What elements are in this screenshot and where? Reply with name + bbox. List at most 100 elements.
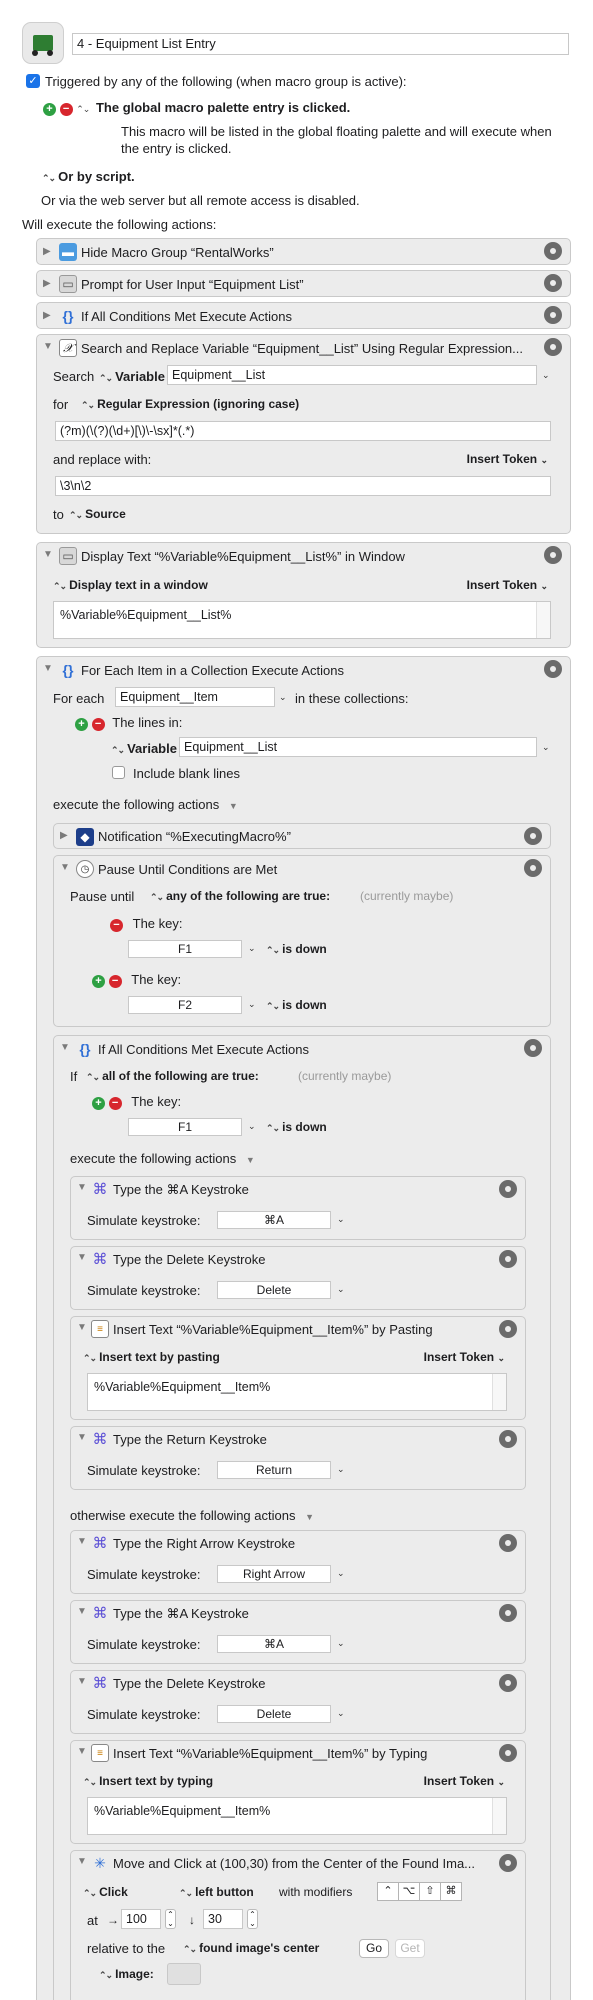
scrollbar[interactable] — [536, 602, 550, 638]
chevron-down-icon[interactable]: ⌄ — [248, 999, 256, 1010]
add-condition-icon[interactable]: + — [92, 975, 105, 988]
trigger-checkbox[interactable]: ✓ — [26, 74, 40, 88]
disclosure-icon[interactable]: ▶ — [43, 246, 51, 257]
disclosure-icon[interactable]: ▼ — [77, 1322, 87, 1333]
insert-token-menu[interactable]: Insert Token ⌄ — [424, 1774, 505, 1788]
macro-name-field[interactable]: 4 - Equipment List Entry — [72, 33, 569, 55]
option-modifier-button[interactable]: ⌥ — [398, 1882, 420, 1901]
disclosure-icon[interactable]: ▼ — [60, 862, 70, 873]
disclosure-icon[interactable]: ▼ — [77, 1182, 87, 1193]
remove-collection-icon[interactable]: − — [91, 718, 105, 731]
disclosure-icon[interactable]: ▼ — [43, 663, 53, 674]
chevron-down-icon[interactable]: ⌄ — [542, 742, 550, 753]
keystroke-field[interactable]: Return — [217, 1461, 331, 1479]
chevron-down-icon[interactable]: ⌄ — [279, 692, 287, 703]
collection-variable-field[interactable]: Equipment__List — [179, 737, 537, 757]
gear-icon[interactable] — [544, 338, 562, 356]
gear-icon[interactable] — [499, 1250, 517, 1268]
disclosure-icon[interactable]: ▼ — [43, 549, 53, 560]
disclosure-icon[interactable]: ▼ — [77, 1252, 87, 1263]
mouse-button-popup[interactable]: ⌃⌄ left button — [179, 1885, 254, 1899]
disclosure-icon[interactable]: ▼ — [77, 1432, 87, 1443]
keystroke-field[interactable]: ⌘A — [217, 1211, 331, 1229]
gear-icon[interactable] — [499, 1320, 517, 1338]
variable-name-field[interactable]: Equipment__List — [167, 365, 537, 385]
remove-trigger-icon[interactable]: − — [59, 103, 73, 116]
gear-icon[interactable] — [544, 546, 562, 564]
disclosure-icon[interactable]: ▶ — [43, 310, 51, 321]
chevron-down-icon[interactable]: ⌄ — [337, 1708, 345, 1719]
keystroke-field[interactable]: ⌘A — [217, 1635, 331, 1653]
relative-to-popup[interactable]: ⌃⌄ found image's center — [183, 1941, 319, 1955]
get-button[interactable]: Get — [395, 1939, 425, 1958]
image-well[interactable] — [167, 1963, 201, 1985]
shift-modifier-button[interactable]: ⇧ — [419, 1882, 441, 1901]
remove-condition-icon[interactable]: − — [108, 975, 122, 988]
action-prompt-user-input[interactable]: ▶ ▭ Prompt for User Input “Equipment Lis… — [36, 270, 571, 297]
gear-icon[interactable] — [524, 827, 542, 845]
regex-type-popup[interactable]: ⌃⌄ Regular Expression (ignoring case) — [81, 397, 299, 411]
condition-mode-popup[interactable]: ⌃⌄ all of the following are true: — [86, 1069, 259, 1083]
disclosure-icon[interactable]: ▼ — [77, 1856, 87, 1867]
gear-icon[interactable] — [499, 1604, 517, 1622]
chevron-down-icon[interactable]: ⌄ — [337, 1568, 345, 1579]
insert-token-menu[interactable]: Insert Token ⌄ — [467, 452, 548, 466]
chevron-down-icon[interactable]: ⌄ — [337, 1284, 345, 1295]
variable-type-popup[interactable]: ⌃⌄ Variable — [99, 369, 165, 384]
x-offset-stepper[interactable]: ⌃ ⌄ — [165, 1909, 176, 1929]
insert-token-menu[interactable]: Insert Token ⌄ — [467, 578, 548, 592]
y-offset-stepper[interactable]: ⌃ ⌄ — [247, 1909, 258, 1929]
disclosure-icon[interactable]: ▼ — [60, 1042, 70, 1053]
chevron-down-icon[interactable]: ⌄ — [248, 943, 256, 954]
or-by-script-row[interactable]: ⌃⌄ Or by script. — [42, 169, 135, 184]
chevron-down-icon[interactable]: ⌄ — [248, 1121, 256, 1132]
key-state-popup[interactable]: ⌃⌄ is down — [266, 1120, 327, 1134]
display-mode-popup[interactable]: ⌃⌄ Display text in a window — [53, 578, 208, 592]
action-hide-macro-group[interactable]: ▶ ▬ Hide Macro Group “RentalWorks” — [36, 238, 571, 265]
chevron-down-icon[interactable]: ⌄ — [337, 1638, 345, 1649]
gear-icon[interactable] — [499, 1744, 517, 1762]
disclosure-icon[interactable]: ▼ — [77, 1536, 87, 1547]
chevron-down-icon[interactable]: ⌄ — [337, 1214, 345, 1225]
triangle-down-icon[interactable]: ▼ — [246, 1155, 255, 1165]
key-state-popup[interactable]: ⌃⌄ is down — [266, 942, 327, 956]
gear-icon[interactable] — [499, 1674, 517, 1692]
disclosure-icon[interactable]: ▼ — [77, 1606, 87, 1617]
gear-icon[interactable] — [499, 1430, 517, 1448]
action-if-all-conditions[interactable]: ▶ {} If All Conditions Met Execute Actio… — [36, 302, 571, 329]
insert-token-menu[interactable]: Insert Token ⌄ — [424, 1350, 505, 1364]
chevron-down-icon[interactable]: ⌄ — [337, 1464, 345, 1475]
add-trigger-icon[interactable]: + — [43, 103, 56, 116]
disclosure-icon[interactable]: ▼ — [77, 1676, 87, 1687]
gear-icon[interactable] — [499, 1180, 517, 1198]
key-field[interactable]: F1 — [128, 1118, 242, 1136]
control-modifier-button[interactable]: ⌃ — [377, 1882, 399, 1901]
add-collection-icon[interactable]: + — [75, 718, 88, 731]
gear-icon[interactable] — [524, 1039, 542, 1057]
scrollbar[interactable] — [492, 1798, 506, 1834]
gear-icon[interactable] — [544, 242, 562, 260]
gear-icon[interactable] — [544, 660, 562, 678]
variable-type-popup[interactable]: ⌃⌄ Variable — [111, 741, 177, 756]
keystroke-field[interactable]: Delete — [217, 1281, 331, 1299]
action-notification[interactable]: ▶ ◆ Notification “%ExecutingMacro%” — [53, 823, 551, 849]
go-button[interactable]: Go — [359, 1939, 389, 1958]
insert-text-area[interactable]: %Variable%Equipment__Item% — [87, 1373, 507, 1411]
triangle-down-icon[interactable]: ▼ — [229, 801, 238, 811]
gear-icon[interactable] — [524, 859, 542, 877]
y-offset-field[interactable]: 30 — [203, 1909, 243, 1929]
disclosure-icon[interactable]: ▼ — [77, 1746, 87, 1757]
add-condition-icon[interactable]: + — [92, 1097, 105, 1110]
key-field[interactable]: F2 — [128, 996, 242, 1014]
destination-popup[interactable]: ⌃⌄ Source — [69, 507, 126, 521]
command-modifier-button[interactable]: ⌘ — [440, 1882, 462, 1901]
key-state-popup[interactable]: ⌃⌄ is down — [266, 998, 327, 1012]
insert-text-area[interactable]: %Variable%Equipment__Item% — [87, 1797, 507, 1835]
scrollbar[interactable] — [492, 1374, 506, 1410]
gear-icon[interactable] — [544, 306, 562, 324]
gear-icon[interactable] — [544, 274, 562, 292]
display-text-area[interactable]: %Variable%Equipment__List% — [53, 601, 551, 639]
regex-field[interactable]: (?m)(\(?)(\d+)[\)\-\sx]*(.*) — [55, 421, 551, 441]
stepper-icon[interactable]: ⌃⌄ — [76, 104, 90, 114]
chevron-down-icon[interactable]: ⌄ — [542, 370, 550, 381]
